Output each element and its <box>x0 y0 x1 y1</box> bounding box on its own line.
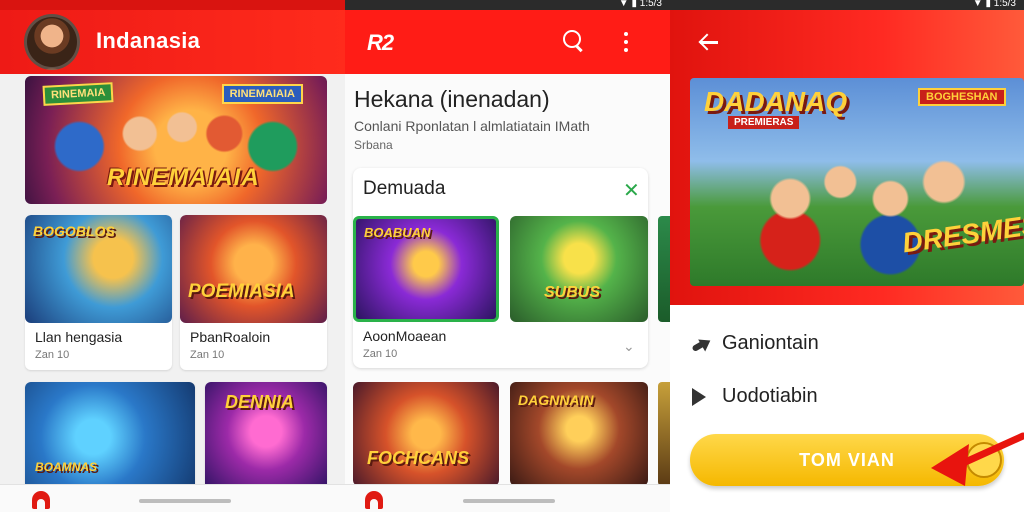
detail-screen: ▼ ▮ 1:5/3 DADANAQ PREMIERAS BOGHESHAN DR… <box>670 0 1024 512</box>
status-bar: ▼ ▮ 1:5/3 <box>670 0 1024 10</box>
gesture-bar <box>139 499 231 503</box>
banner-title: RINEMAIAIA <box>107 164 260 191</box>
card-subtitle: Zan 10 <box>190 349 225 361</box>
thumbnail-label: BOGOBLOS <box>33 223 115 239</box>
game-thumbnail-selected[interactable]: BOABUAN <box>353 216 499 322</box>
section-title: Demuada <box>363 178 446 199</box>
thumbnail-label: SUBUS <box>544 284 601 301</box>
status-text: ▼ ▮ 1:5/3 <box>972 0 1016 9</box>
game-tile[interactable]: DAGNNAIN <box>510 382 648 486</box>
card-subtitle: Zan 10 <box>363 348 398 360</box>
chevron-down-icon[interactable]: ⌄ <box>623 338 635 355</box>
page-caption: Srbana <box>354 138 393 152</box>
banner-tag-left: RINEMAIA <box>42 82 114 106</box>
search-screen: ▼ ▮ 1:5/3 R2 Hekana (inenadan) Conlani R… <box>345 0 670 512</box>
game-tile-peek[interactable] <box>658 382 670 486</box>
app-header: Indanasia <box>0 0 345 74</box>
game-card[interactable]: POEMIASIA PbanRoaloin Zan 10 <box>180 215 327 370</box>
status-bar: ▼ ▮ 1:5/3 <box>345 0 670 10</box>
avatar[interactable] <box>24 14 80 70</box>
banner-tag: BOGHESHAN <box>918 88 1006 106</box>
menu-item-label: Uodotiabin <box>722 385 818 407</box>
share-arrow-icon <box>692 336 712 352</box>
bottom-nav <box>0 484 345 512</box>
close-icon[interactable]: ✕ <box>623 178 640 203</box>
bottom-nav <box>345 484 670 512</box>
tile-label: BOAMNAS <box>35 460 97 474</box>
pointer-arrow-icon <box>931 432 1024 486</box>
detail-header: ▼ ▮ 1:5/3 DADANAQ PREMIERAS BOGHESHAN DR… <box>670 0 1024 305</box>
game-thumbnail[interactable]: SUBUS <box>510 216 648 322</box>
banner-title: DADANAQ <box>704 86 848 117</box>
page-title: Hekana (inenadan) <box>354 86 550 112</box>
card-subtitle: Zan 10 <box>35 349 70 361</box>
game-thumbnail: POEMIASIA <box>180 215 327 323</box>
card-title: AoonMoaean <box>363 328 447 344</box>
thumbnail-label: POEMIASIA <box>188 281 295 302</box>
tile-label: DAGNNAIN <box>518 392 594 408</box>
game-tile[interactable]: FOCHCANS <box>353 382 499 486</box>
home-icon[interactable] <box>32 491 50 509</box>
app-header: ▼ ▮ 1:5/3 R2 <box>345 0 670 74</box>
app-title: Indanasia <box>96 28 201 53</box>
game-thumbnail-peek[interactable] <box>658 216 670 322</box>
tile-label: FOCHCANS <box>367 448 469 468</box>
game-banner: DADANAQ PREMIERAS BOGHESHAN DRESMES <box>690 78 1024 286</box>
more-icon[interactable] <box>623 32 629 52</box>
card-title: Llan hengasia <box>35 329 123 345</box>
app-logo[interactable]: R2 <box>367 30 394 56</box>
status-strip <box>0 0 345 10</box>
menu-item-label: Ganiontain <box>722 332 819 354</box>
featured-banner[interactable]: RINEMAIA RINEMAIAIA RINEMAIAIA <box>25 76 327 204</box>
page-subtitle: Conlani Rponlatan l almlatiatain IMath <box>354 118 590 134</box>
game-thumbnail: BOGOBLOS <box>25 215 172 323</box>
search-icon[interactable] <box>563 30 585 52</box>
home-icon[interactable] <box>365 491 383 509</box>
game-tile[interactable]: DENNIA <box>205 382 327 492</box>
menu-item-share[interactable]: Ganiontain <box>692 332 819 355</box>
status-text: ▼ ▮ 1:5/3 <box>618 0 662 9</box>
back-arrow-icon[interactable] <box>698 32 720 52</box>
play-icon <box>692 387 706 406</box>
game-card[interactable]: BOGOBLOS Llan hengasia Zan 10 <box>25 215 172 370</box>
game-tile[interactable]: BOAMNAS <box>25 382 195 492</box>
banner-subtitle: PREMIERAS <box>728 116 800 129</box>
gesture-bar <box>463 499 555 503</box>
banner-tag-right: RINEMAIAIA <box>221 84 303 104</box>
card-title: PbanRoaloin <box>190 329 271 345</box>
home-screen: Indanasia RINEMAIA RINEMAIAIA RINEMAIAIA… <box>0 0 345 512</box>
tile-label: DENNIA <box>225 392 295 412</box>
menu-item-play[interactable]: Uodotiabin <box>692 385 818 408</box>
thumbnail-label: BOABUAN <box>364 225 431 240</box>
